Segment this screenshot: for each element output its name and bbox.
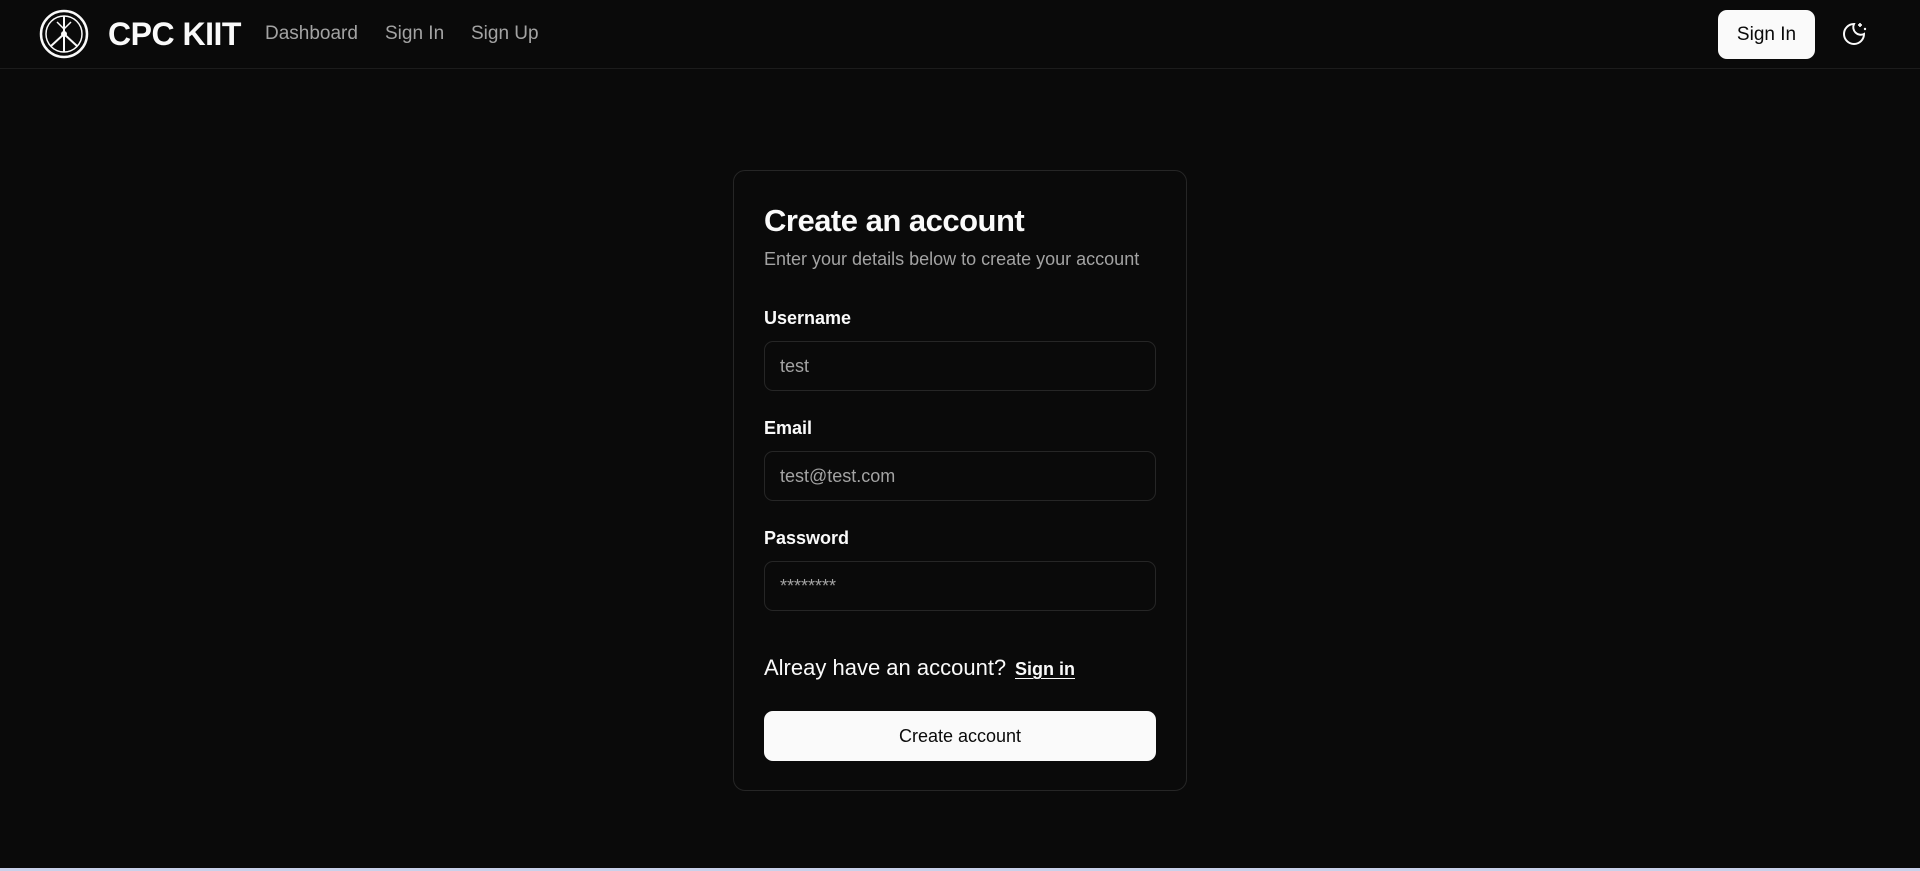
account-prompt: Alreay have an account? [764,655,1007,680]
moon-sun-icon[interactable] [1840,20,1868,48]
create-account-button[interactable]: Create account [764,711,1156,761]
nav-link-dashboard[interactable]: Dashboard [265,22,358,46]
username-input[interactable] [764,341,1156,391]
nav-link-sign-in[interactable]: Sign In [385,22,444,46]
password-input[interactable] [764,561,1156,611]
signup-card: Create an account Enter your details bel… [733,170,1187,791]
cpc-logo-icon[interactable] [39,9,89,59]
email-input[interactable] [764,451,1156,501]
top-navbar: CPC KIIT Dashboard Sign In Sign Up Sign … [0,0,1920,69]
brand-title[interactable]: CPC KIIT [108,14,241,54]
card-title: Create an account [764,203,1025,238]
sign-in-link[interactable]: Sign in [1015,657,1075,681]
card-subtitle: Enter your details below to create your … [764,249,1140,269]
header-sign-in-button[interactable]: Sign In [1718,10,1815,59]
email-label: Email [764,418,813,438]
username-label: Username [764,308,852,328]
password-label: Password [764,528,850,548]
nav-link-sign-up[interactable]: Sign Up [471,22,539,46]
